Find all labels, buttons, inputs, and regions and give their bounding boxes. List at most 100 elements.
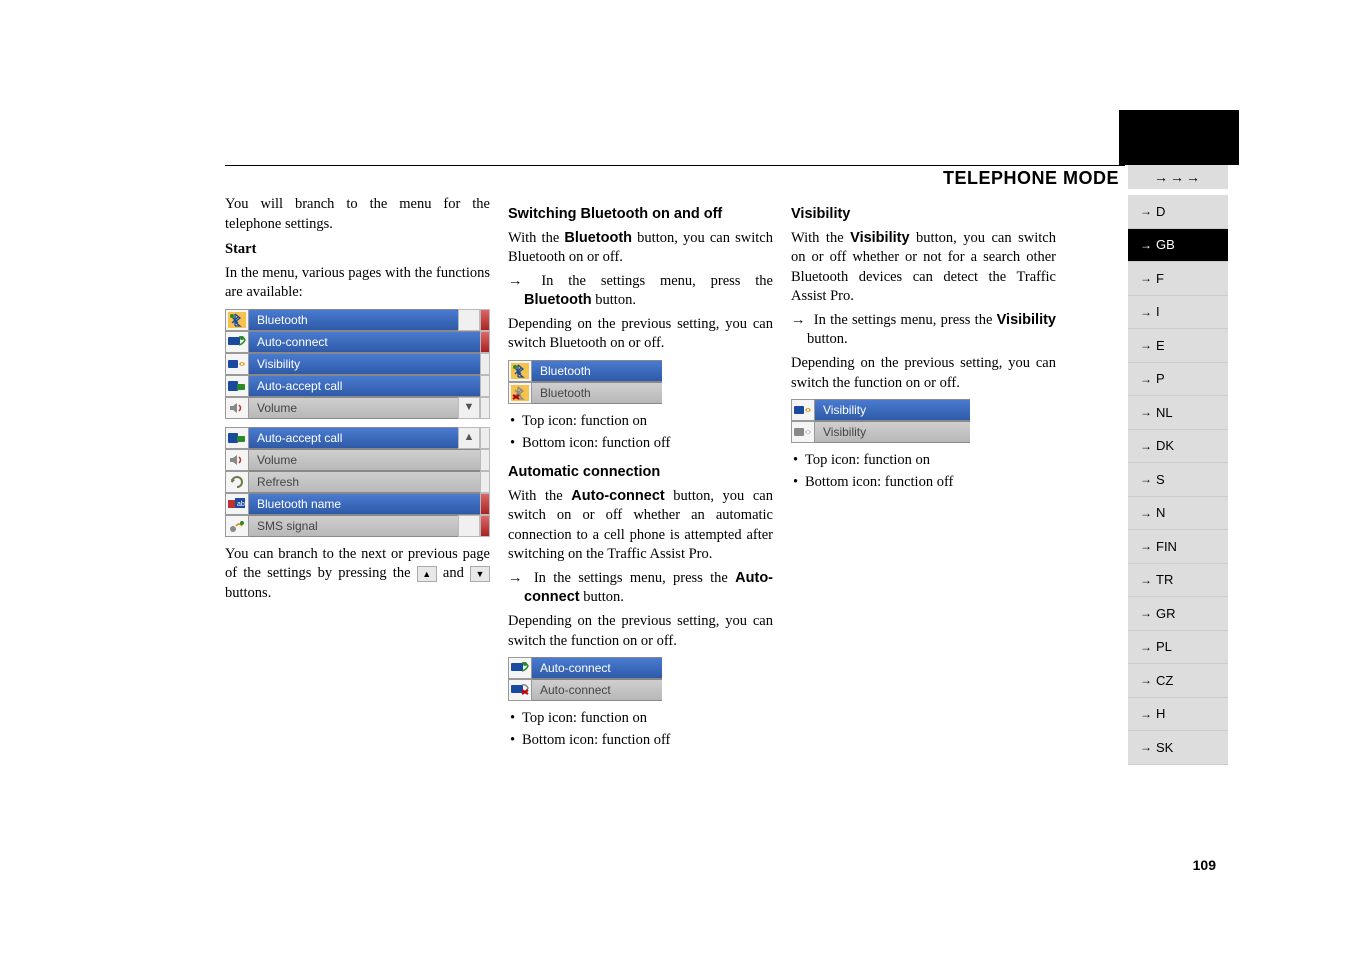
scrollbar-segment[interactable] [480, 515, 490, 537]
legend-bottom: Bottom icon: function off [791, 473, 1056, 493]
content-columns: You will branch to the menu for the tele… [225, 195, 1056, 752]
page-down-button[interactable]: ▼ [458, 397, 480, 419]
menu-row[interactable]: Auto-accept call [225, 375, 490, 397]
lang-tab-fin[interactable]: FIN [1128, 530, 1228, 564]
lang-tab-gr[interactable]: GR [1128, 597, 1228, 631]
sms-icon [225, 515, 249, 537]
menu-row[interactable]: Auto-accept call▲ [225, 427, 490, 449]
legend-top: Top icon: function on [508, 412, 773, 432]
visibility-step: In the settings menu, press the Visibili… [791, 311, 1056, 350]
bt-icon-legend: Top icon: function on Bottom icon: funct… [508, 412, 773, 453]
menu-row[interactable]: Auto-connect [508, 657, 773, 679]
menu-row[interactable]: Refresh [225, 471, 490, 493]
scrollbar-segment[interactable] [480, 493, 490, 515]
lang-tab-s[interactable]: S [1128, 463, 1228, 497]
scrollbar-segment[interactable] [480, 375, 490, 397]
header-arrow-tab: →→→ [1128, 165, 1228, 189]
bt-off-icon [508, 382, 532, 404]
menu-row[interactable]: Bluetooth [508, 360, 773, 382]
accept-icon [225, 375, 249, 397]
menu-row-label: Volume [249, 397, 458, 419]
nav-text-b: and [443, 565, 470, 581]
menu-row[interactable]: Volume [225, 449, 490, 471]
switch-bt-p2: Depending on the previous setting, you c… [508, 315, 773, 354]
visibility-p2: Depending on the previous setting, you c… [791, 354, 1056, 393]
down-arrow-button[interactable]: ▼ [470, 566, 490, 582]
volume-icon [225, 397, 249, 419]
switch-bt-p1: With the Bluetooth button, you can switc… [508, 229, 773, 268]
lang-tab-dk[interactable]: DK [1128, 430, 1228, 464]
menu-row-label: Auto-accept call [249, 427, 458, 449]
lang-tab-f[interactable]: F [1128, 262, 1228, 296]
menu-row-label: Volume [249, 449, 480, 471]
lang-tab-i[interactable]: I [1128, 296, 1228, 330]
settings-menu-page1: BluetoothAuto-connectVisibilityAuto-acce… [225, 309, 490, 419]
lang-tab-p[interactable]: P [1128, 363, 1228, 397]
lang-tab-cz[interactable]: CZ [1128, 664, 1228, 698]
legend-bottom: Bottom icon: function off [508, 434, 773, 454]
menu-row-label: Auto-connect [532, 679, 662, 701]
auto-on-icon [508, 657, 532, 679]
menu-row[interactable]: abBluetooth name [225, 493, 490, 515]
scrollbar-segment[interactable] [480, 331, 490, 353]
auto-conn-step: In the settings menu, press the Auto-con… [508, 569, 773, 608]
page-down-button [458, 309, 480, 331]
bt-on-icon [225, 309, 249, 331]
lang-tab-pl[interactable]: PL [1128, 631, 1228, 665]
lang-tab-nl[interactable]: NL [1128, 396, 1228, 430]
menu-row[interactable]: Volume▼ [225, 397, 490, 419]
start-heading: Start [225, 240, 490, 260]
visibility-heading: Visibility [791, 205, 1056, 225]
btname-icon: ab [225, 493, 249, 515]
vis-off-icon [791, 421, 815, 443]
page-number: 109 [1193, 857, 1216, 873]
nav-text: You can branch to the next or previous p… [225, 545, 490, 604]
language-tabs: DGBFIEPNLDKSNFINTRGRPLCZHSK [1128, 195, 1228, 765]
start-text: In the menu, various pages with the func… [225, 264, 490, 303]
switch-bt-step: In the settings menu, press the Bluetoot… [508, 272, 773, 311]
header-black-block [1119, 110, 1239, 165]
menu-row-label: Bluetooth [249, 309, 458, 331]
lang-tab-e[interactable]: E [1128, 329, 1228, 363]
bluetooth-toggle-rows: BluetoothBluetooth [508, 360, 773, 404]
menu-row-label: Bluetooth [532, 382, 662, 404]
visibility-p1: With the Visibility button, you can swit… [791, 229, 1056, 307]
menu-row[interactable]: Bluetooth [508, 382, 773, 404]
menu-row-label: Refresh [249, 471, 480, 493]
scrollbar-segment[interactable] [480, 397, 490, 419]
page-down-button [458, 515, 480, 537]
page-up-button[interactable]: ▲ [458, 427, 480, 449]
lang-tab-gb[interactable]: GB [1128, 229, 1228, 263]
menu-row-label: Visibility [815, 421, 970, 443]
menu-row-label: Visibility [815, 399, 970, 421]
menu-row[interactable]: Bluetooth [225, 309, 490, 331]
legend-top: Top icon: function on [791, 451, 1056, 471]
menu-row[interactable]: Visibility [791, 399, 1056, 421]
bt-on-icon [508, 360, 532, 382]
column-2: Switching Bluetooth on and off With the … [508, 195, 773, 752]
legend-top: Top icon: function on [508, 709, 773, 729]
up-arrow-button[interactable]: ▲ [417, 566, 437, 582]
menu-row[interactable]: Auto-connect [225, 331, 490, 353]
vis-on-icon [225, 353, 249, 375]
vis-on-icon [791, 399, 815, 421]
menu-row[interactable]: Auto-connect [508, 679, 773, 701]
menu-row[interactable]: Visibility [225, 353, 490, 375]
scrollbar-segment[interactable] [480, 309, 490, 331]
scrollbar-segment[interactable] [480, 449, 490, 471]
menu-row[interactable]: Visibility [791, 421, 1056, 443]
lang-tab-n[interactable]: N [1128, 497, 1228, 531]
menu-row[interactable]: SMS signal [225, 515, 490, 537]
legend-bottom: Bottom icon: function off [508, 731, 773, 751]
lang-tab-tr[interactable]: TR [1128, 564, 1228, 598]
scrollbar-segment[interactable] [480, 427, 490, 449]
nav-text-c: buttons. [225, 585, 271, 601]
lang-tab-sk[interactable]: SK [1128, 731, 1228, 765]
lang-tab-d[interactable]: D [1128, 195, 1228, 229]
auto-on-icon [225, 331, 249, 353]
lang-tab-h[interactable]: H [1128, 698, 1228, 732]
menu-row-label: Auto-connect [249, 331, 480, 353]
scrollbar-segment[interactable] [480, 353, 490, 375]
intro-text: You will branch to the menu for the tele… [225, 195, 490, 234]
scrollbar-segment[interactable] [480, 471, 490, 493]
